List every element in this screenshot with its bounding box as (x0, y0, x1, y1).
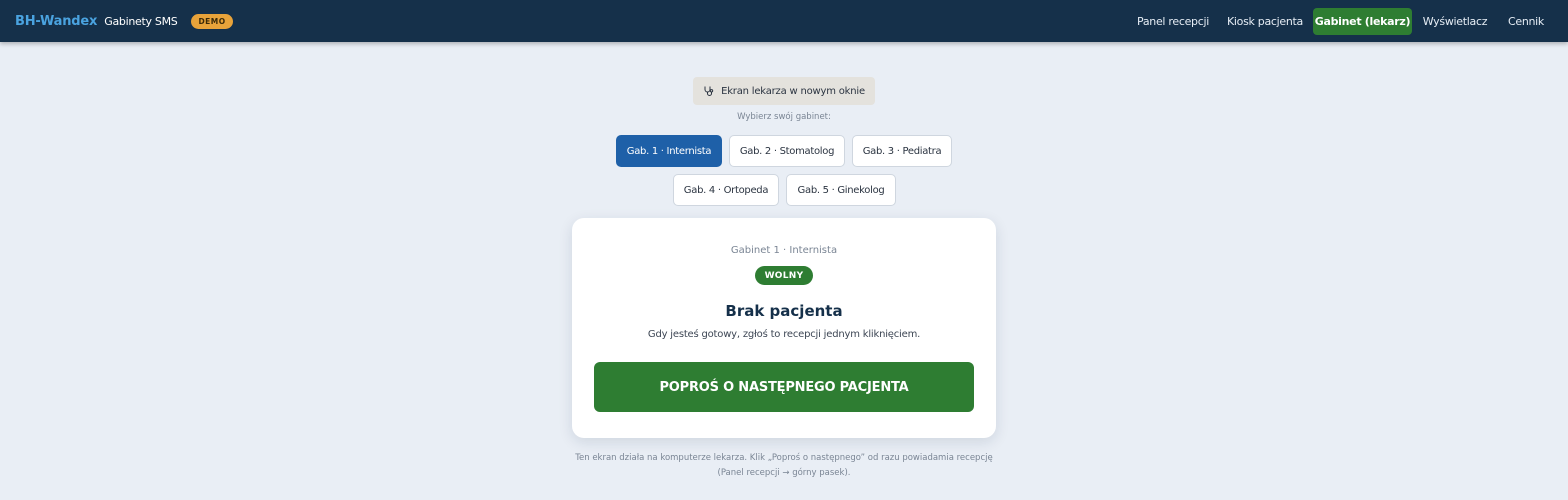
card-office-subtitle: Gabinet 1 · Internista (730, 245, 838, 256)
office-button-gab-1[interactable]: Gab. 1 · Internista (616, 135, 722, 167)
office-button-gab-4[interactable]: Gab. 4 · Ortopeda (673, 174, 779, 206)
main-nav: Panel recepcji Kiosk pacjenta Gabinet (l… (0, 8, 1568, 35)
open-doctor-window-button[interactable]: Ekran lekarza w nowym oknie (693, 77, 875, 105)
nav-gabinet-lekarz[interactable]: Gabinet (lekarz) (1313, 8, 1412, 35)
footnote-line-1: Ten ekran działa na komputerze lekarza. … (575, 453, 993, 463)
office-button-gab-5[interactable]: Gab. 5 · Ginekolog (786, 174, 896, 206)
nav-panel-recepcji[interactable]: Panel recepcji (1133, 8, 1213, 35)
choose-office-label: Wybierz swój gabinet: (737, 112, 831, 122)
nav-cennik[interactable]: Cennik (1502, 8, 1550, 35)
status-badge: WOLNY (755, 266, 813, 285)
doctor-status-card: Gabinet 1 · Internista WOLNY Brak pacjen… (572, 218, 996, 438)
stethoscope-icon (703, 85, 715, 97)
open-doctor-window-label: Ekran lekarza w nowym oknie (721, 85, 865, 97)
office-button-gab-2[interactable]: Gab. 2 · Stomatolog (729, 135, 845, 167)
footnote-line-2: (Panel recepcji → górny pasek). (717, 468, 851, 478)
footnote: Ten ekran działa na komputerze lekarza. … (0, 451, 1568, 481)
office-button-gab-3[interactable]: Gab. 3 · Pediatra (852, 135, 952, 167)
nav-kiosk-pacjenta[interactable]: Kiosk pacjenta (1223, 8, 1307, 35)
card-description: Gdy jesteś gotowy, zgłoś to recepcji jed… (647, 329, 921, 340)
request-next-patient-button[interactable]: POPROŚ O NASTĘPNEGO PACJENTA (594, 362, 974, 412)
top-navigation-bar: BH-Wandex Gabinety SMS DEMO Panel recepc… (0, 0, 1568, 42)
nav-wyswietlacz[interactable]: Wyświetlacz (1418, 8, 1492, 35)
card-title: Brak pacjenta (725, 302, 843, 320)
